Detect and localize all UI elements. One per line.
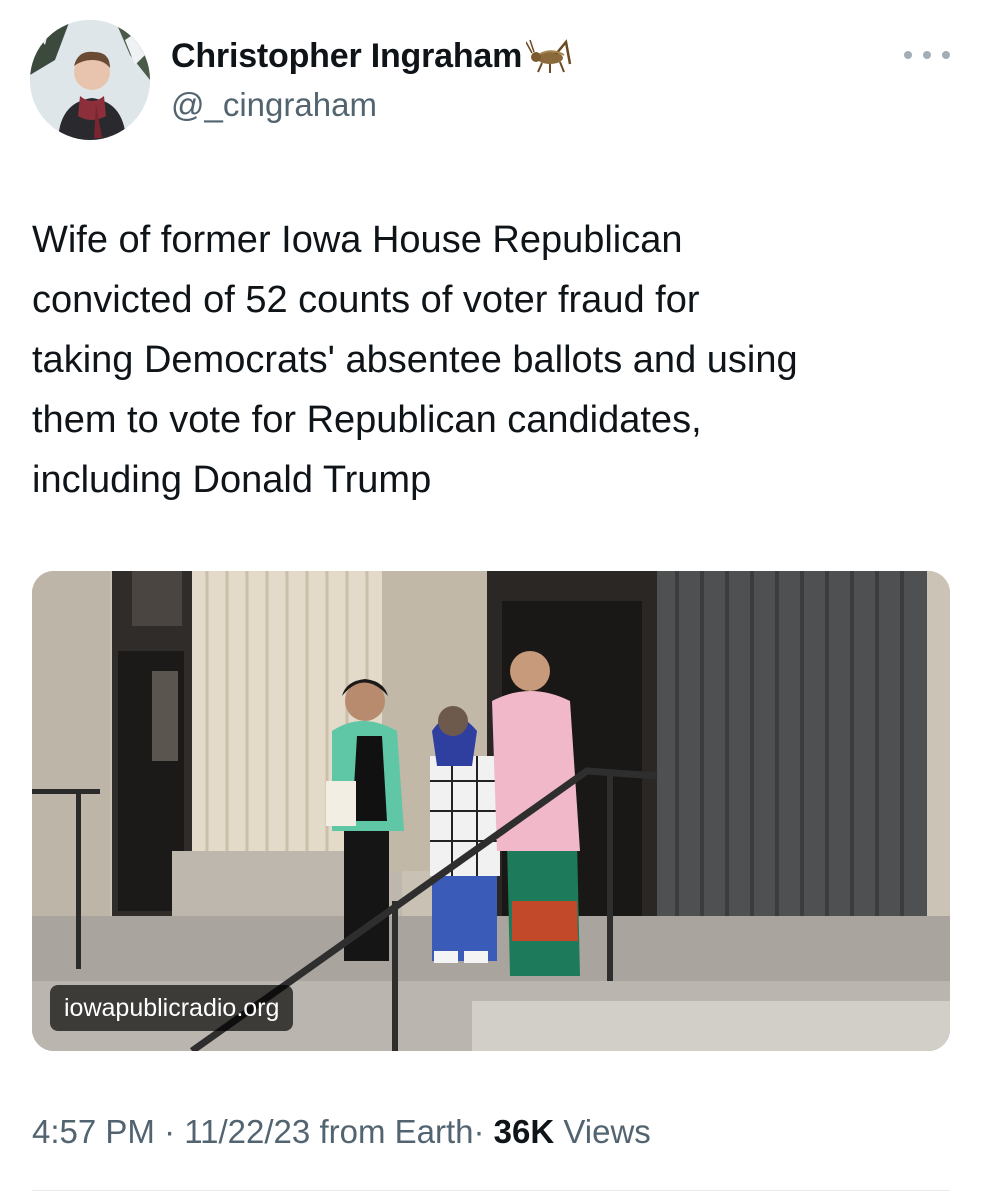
views-count[interactable]: 36K: [494, 1113, 555, 1150]
more-options-button[interactable]: [904, 40, 950, 70]
more-horizontal-icon: [923, 51, 931, 59]
media-source-badge[interactable]: iowapublicradio.org: [50, 985, 294, 1031]
name-row: Christopher Ingraham: [171, 34, 574, 78]
source-prefix: from: [319, 1113, 386, 1150]
tweet-text-line: them to vote for Republican candidates,: [32, 399, 702, 441]
tweet-media-image[interactable]: iowapublicradio.org: [32, 571, 950, 1051]
cricket-emoji-icon: [525, 38, 574, 74]
author-block: Christopher Ingraham @_cingraham: [171, 34, 574, 124]
tweet-text-line: including Donald Trump: [32, 459, 432, 501]
tweet-meta: 4:57 PM · 11/22/23 from Earth· 36K Views: [32, 1113, 651, 1151]
views-label[interactable]: Views: [563, 1113, 650, 1150]
meta-separator: ·: [164, 1113, 176, 1150]
display-name[interactable]: Christopher Ingraham: [171, 37, 522, 76]
tweet-date[interactable]: 11/22/23: [184, 1113, 310, 1150]
divider: [32, 1190, 950, 1191]
avatar[interactable]: [30, 20, 150, 140]
meta-separator: ·: [473, 1113, 485, 1150]
user-handle[interactable]: @_cingraham: [171, 86, 574, 124]
tweet-text-line: convicted of 52 counts of voter fraud fo…: [32, 279, 700, 321]
more-horizontal-icon: [942, 51, 950, 59]
tweet-time[interactable]: 4:57 PM: [32, 1113, 155, 1150]
tweet-text-line: Wife of former Iowa House Republican: [32, 219, 683, 261]
more-horizontal-icon: [904, 51, 912, 59]
avatar-photo: [30, 20, 150, 140]
courthouse-photo: [32, 571, 950, 1051]
tweet-source: Earth: [394, 1113, 474, 1150]
tweet-text-line: taking Democrats' absentee ballots and u…: [32, 339, 798, 381]
tweet-text: Wife of former Iowa House Republican con…: [32, 210, 962, 510]
tweet-card: Christopher Ingraham @_cingraham Wife of…: [0, 0, 981, 1200]
